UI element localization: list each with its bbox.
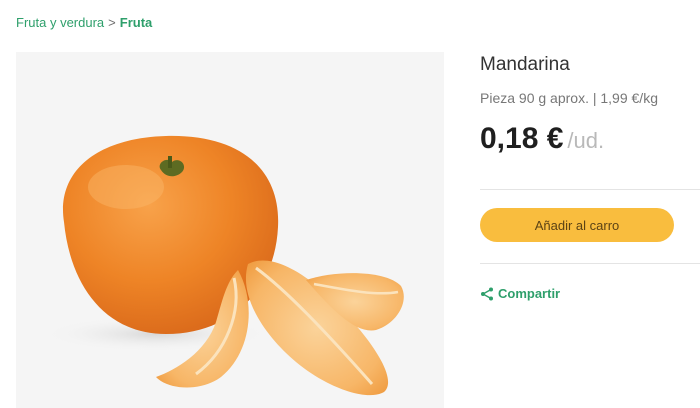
mandarin-illustration bbox=[41, 135, 404, 396]
product-image bbox=[16, 52, 444, 408]
add-to-cart-button[interactable]: Añadir al carro bbox=[480, 208, 674, 242]
product-price: 0,18 € bbox=[480, 122, 564, 155]
product-page: Fruta y verdura > Fruta Mandarina Pieza … bbox=[0, 0, 700, 408]
product-info: Mandarina Pieza 90 g aprox. | 1,99 €/kg … bbox=[480, 52, 700, 156]
share-button[interactable]: Compartir bbox=[480, 286, 560, 301]
divider-top bbox=[480, 189, 700, 190]
divider-bottom bbox=[480, 263, 700, 264]
price-unit: /ud. bbox=[567, 128, 605, 153]
breadcrumb-current[interactable]: Fruta bbox=[120, 15, 153, 30]
share-label: Compartir bbox=[498, 286, 561, 301]
product-subtitle: Pieza 90 g aprox. | 1,99 €/kg bbox=[480, 90, 658, 106]
share-icon bbox=[481, 287, 493, 300]
price-row: 0,18 €/ud. bbox=[480, 122, 700, 156]
breadcrumb-link-fruta-y-verdura[interactable]: Fruta y verdura bbox=[16, 15, 104, 30]
product-title: Mandarina bbox=[480, 54, 570, 75]
breadcrumb: Fruta y verdura > Fruta bbox=[16, 15, 152, 30]
breadcrumb-separator: > bbox=[108, 15, 116, 30]
